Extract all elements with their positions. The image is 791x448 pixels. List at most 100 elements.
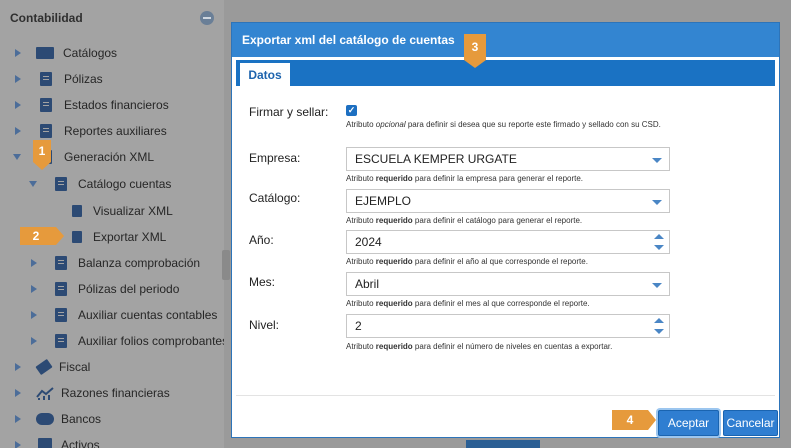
collapse-icon[interactable] xyxy=(200,11,214,25)
sidebar-item-label: Pólizas del periodo xyxy=(78,282,180,296)
gavel-icon xyxy=(35,358,53,376)
folder-icon xyxy=(36,47,54,59)
mes-select[interactable]: Abril xyxy=(346,272,670,296)
sidebar-item-label: Estados financieros xyxy=(64,98,169,112)
sidebar-item-label: Visualizar XML xyxy=(93,204,173,218)
catalogo-value: EJEMPLO xyxy=(355,194,412,208)
anio-label: Año: xyxy=(249,233,274,247)
sidebar-item-label: Generación XML xyxy=(64,150,155,164)
sidebar-item-label: Activos xyxy=(61,438,100,448)
sidebar-item-polizas-del-periodo[interactable]: Pólizas del periodo xyxy=(0,276,179,302)
chevron-right-icon xyxy=(31,259,37,267)
anio-help: Atributo requerido para definir el año a… xyxy=(346,257,588,266)
empresa-help: Atributo requerido para definir la empre… xyxy=(346,174,584,183)
firmar-checkbox[interactable]: ✓ xyxy=(346,105,357,116)
nivel-label: Nivel: xyxy=(249,318,280,332)
piggy-bank-icon xyxy=(36,413,54,425)
step-badge-3: 3 xyxy=(464,34,486,68)
step-badge-1: 1 xyxy=(33,140,51,170)
sidebar-item-label: Auxiliar cuentas contables xyxy=(78,308,218,322)
sidebar-item-auxiliar-cuentas-contables[interactable]: Auxiliar cuentas contables xyxy=(0,302,217,328)
chevron-right-icon xyxy=(15,415,21,423)
anio-value: 2024 xyxy=(355,235,382,249)
document-icon xyxy=(55,177,67,191)
sidebar-item-label: Balanza comprobación xyxy=(78,256,201,270)
sidebar-item-label: Auxiliar folios comprobantes xyxy=(78,334,224,348)
sidebar: Contabilidad Catálogos Pólizas Estados f… xyxy=(0,0,224,448)
tab-datos[interactable]: Datos xyxy=(240,63,290,86)
chart-icon xyxy=(36,387,54,400)
document-icon xyxy=(40,98,52,112)
empresa-value: ESCUELA KEMPER URGATE xyxy=(355,152,517,166)
sidebar-item-bancos[interactable]: Bancos xyxy=(0,406,101,432)
nivel-value: 2 xyxy=(355,319,362,333)
sidebar-item-fiscal[interactable]: Fiscal xyxy=(0,354,90,380)
sidebar-item-label: Catálogo cuentas xyxy=(78,177,172,191)
sidebar-item-polizas[interactable]: Pólizas xyxy=(0,66,103,92)
sidebar-item-label: Fiscal xyxy=(59,360,91,374)
empresa-select[interactable]: ESCUELA KEMPER URGATE xyxy=(346,147,670,171)
mes-label: Mes: xyxy=(249,275,276,289)
chevron-right-icon xyxy=(15,49,21,57)
chevron-right-icon xyxy=(15,363,21,371)
dialog-footer-divider xyxy=(236,395,775,396)
chevron-down-icon xyxy=(29,181,37,187)
chevron-right-icon xyxy=(31,337,37,345)
sidebar-item-label: Exportar XML xyxy=(93,230,167,244)
chevron-down-icon xyxy=(652,200,662,205)
background-toolbar xyxy=(466,440,540,448)
sidebar-item-reportes-auxiliares[interactable]: Reportes auxiliares xyxy=(0,118,167,144)
chevron-right-icon xyxy=(15,127,21,135)
chevron-down-icon xyxy=(13,154,21,160)
sidebar-item-label: Razones financieras xyxy=(61,386,170,400)
chevron-right-icon xyxy=(15,441,21,448)
sidebar-item-label: Pólizas xyxy=(64,72,103,86)
dialog-title: Exportar xml del catálogo de cuentas xyxy=(232,23,779,57)
chevron-right-icon xyxy=(31,311,37,319)
catalogo-help: Atributo requerido para definir el catál… xyxy=(346,216,583,225)
empresa-label: Empresa: xyxy=(249,151,301,165)
sidebar-item-auxiliar-folios-comprobantes[interactable]: Auxiliar folios comprobantes xyxy=(0,328,224,354)
document-icon xyxy=(40,72,52,86)
step-badge-2: 2 xyxy=(20,227,64,245)
document-icon xyxy=(55,334,67,348)
document-icon xyxy=(55,308,67,322)
firmar-help: Atributo opcional para definir si desea … xyxy=(346,120,661,129)
anio-input[interactable]: 2024 xyxy=(346,230,670,254)
chevron-down-icon xyxy=(652,158,662,163)
firmar-label: Firmar y sellar: xyxy=(249,105,329,119)
tab-bar: Datos xyxy=(236,60,775,86)
document-icon xyxy=(72,205,82,217)
sidebar-item-visualizar-xml[interactable]: Visualizar XML xyxy=(0,198,173,224)
mes-help: Atributo requerido para definir el mes a… xyxy=(346,299,590,308)
export-xml-dialog: Exportar xml del catálogo de cuentas Dat… xyxy=(231,22,780,438)
nivel-input[interactable]: 2 xyxy=(346,314,670,338)
sidebar-item-activos[interactable]: Activos xyxy=(0,432,100,448)
sidebar-item-label: Reportes auxiliares xyxy=(64,124,167,138)
nivel-help: Atributo requerido para definir el númer… xyxy=(346,342,613,351)
sidebar-item-balanza-comprobacion[interactable]: Balanza comprobación xyxy=(0,250,200,276)
mes-value: Abril xyxy=(355,277,380,291)
chevron-down-icon xyxy=(652,283,662,288)
sidebar-item-catalogos[interactable]: Catálogos xyxy=(0,40,117,66)
building-icon xyxy=(38,438,52,448)
document-icon xyxy=(40,124,52,138)
catalogo-select[interactable]: EJEMPLO xyxy=(346,189,670,213)
cancel-button[interactable]: Cancelar xyxy=(723,410,778,436)
spinner-icon[interactable] xyxy=(654,318,664,334)
accept-button[interactable]: Aceptar xyxy=(658,410,719,436)
sidebar-item-catalogo-cuentas[interactable]: Catálogo cuentas xyxy=(0,171,171,197)
chevron-right-icon xyxy=(15,75,21,83)
spinner-icon[interactable] xyxy=(654,234,664,250)
document-icon xyxy=(55,256,67,270)
sidebar-title: Contabilidad xyxy=(10,11,83,25)
sidebar-item-razones-financieras[interactable]: Razones financieras xyxy=(0,380,170,406)
sidebar-item-estados-financieros[interactable]: Estados financieros xyxy=(0,92,169,118)
sidebar-item-generacion-xml[interactable]: Generación XML xyxy=(0,144,154,170)
chevron-right-icon xyxy=(31,285,37,293)
sidebar-resize-handle[interactable] xyxy=(222,250,230,280)
sidebar-item-label: Bancos xyxy=(61,412,102,426)
chevron-right-icon xyxy=(15,101,21,109)
catalogo-label: Catálogo: xyxy=(249,191,301,205)
document-icon xyxy=(55,282,67,296)
